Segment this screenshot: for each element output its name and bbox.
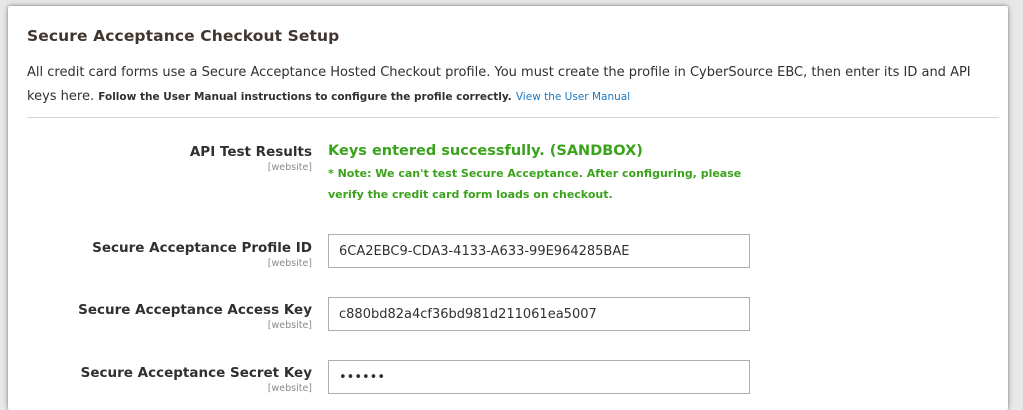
divider [27,117,999,118]
api-test-scope: [website] [267,162,312,173]
section-title: Secure Acceptance Checkout Setup [27,27,340,45]
secret-key-input[interactable] [328,360,750,394]
api-test-status: Keys entered successfully. (SANDBOX) [328,143,643,159]
access-key-scope: [website] [267,320,312,331]
user-manual-link[interactable]: View the User Manual [516,91,630,103]
secret-key-label: Secure Acceptance Secret Key [80,365,312,381]
profile-id-input[interactable] [328,234,750,268]
section-intro: All credit card forms use a Secure Accep… [27,61,1002,109]
api-test-note: * Note: We can't test Secure Acceptance.… [328,167,742,201]
config-panel: Secure Acceptance Checkout Setup All cre… [8,6,1008,410]
secret-key-scope: [website] [267,383,312,394]
profile-id-scope: [website] [267,258,312,269]
access-key-label: Secure Acceptance Access Key [78,302,312,318]
intro-strong-text: Follow the User Manual instructions to c… [98,91,512,103]
access-key-input[interactable] [328,297,750,331]
api-test-label: API Test Results [189,144,312,160]
profile-id-label: Secure Acceptance Profile ID [92,240,312,256]
